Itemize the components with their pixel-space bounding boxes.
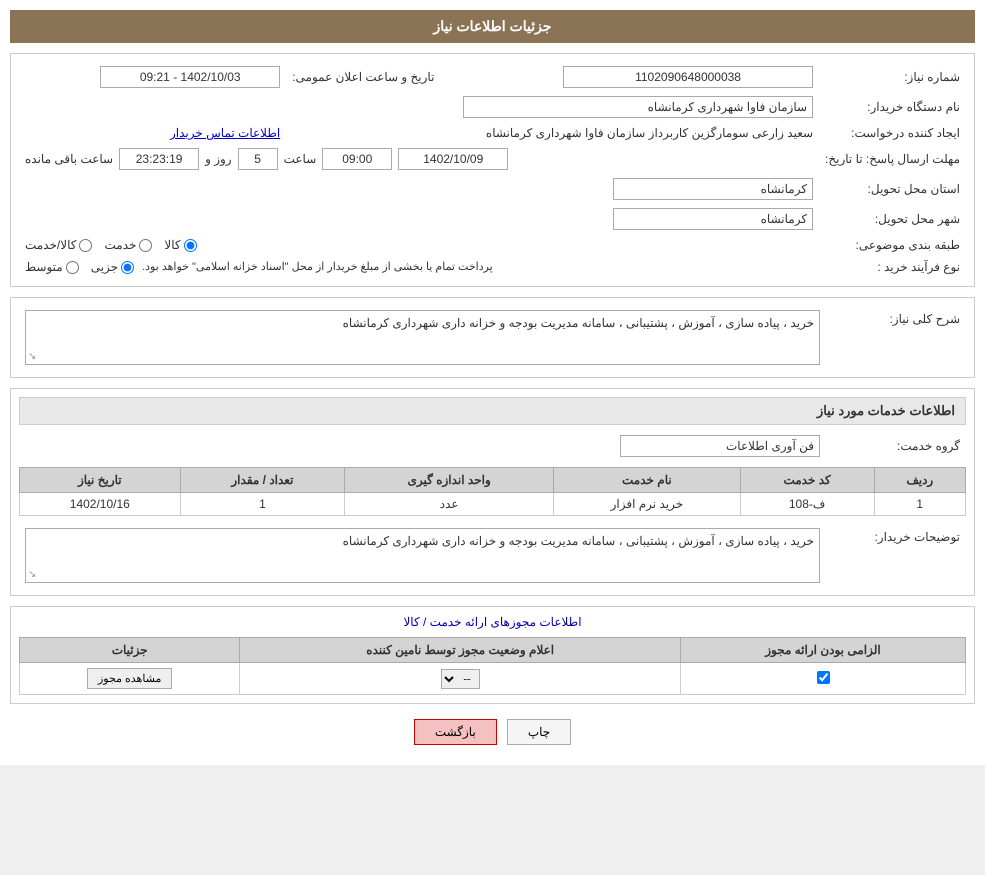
- purchase-type-label: نوع فرآیند خرید :: [819, 256, 966, 278]
- row-description: شرح کلی نیاز: خرید ، پیاده سازی ، آموزش …: [19, 306, 966, 369]
- row-city: شهر محل تحویل: کرمانشاه: [19, 204, 966, 234]
- province-input: کرمانشاه: [613, 178, 813, 200]
- services-title: اطلاعات خدمات مورد نیاز: [19, 397, 966, 425]
- back-button[interactable]: بازگشت: [414, 719, 497, 745]
- permits-section: اطلاعات مجوزهای ارائه خدمت / کالا الزامی…: [10, 606, 975, 704]
- category-radio-goods-service[interactable]: [79, 239, 92, 252]
- buyer-desc-box: خرید ، پیاده سازی ، آموزش ، پشتیبانی ، س…: [25, 528, 820, 583]
- col-unit: واحد اندازه گیری: [345, 468, 554, 493]
- time-label: ساعت: [284, 152, 317, 166]
- purchase-note: پرداخت تمام یا بخشی از مبلغ خریدار از مح…: [142, 260, 493, 273]
- creator-label: ایجاد کننده درخواست:: [819, 122, 966, 144]
- row-buyer-desc: توضیحات خریدار: خرید ، پیاده سازی ، آموز…: [19, 524, 966, 587]
- service-group-input: فن آوری اطلاعات: [620, 435, 820, 457]
- remaining-label: ساعت باقی مانده: [25, 152, 113, 166]
- row-response-date: مهلت ارسال پاسخ: تا تاریخ: ساعت باقی مان…: [19, 144, 966, 174]
- col-count: تعداد / مقدار: [180, 468, 345, 493]
- city-label: شهر محل تحویل:: [819, 204, 966, 234]
- need-number-label: شماره نیاز:: [819, 62, 966, 92]
- col-row: ردیف: [874, 468, 965, 493]
- row-category: طبقه بندی موضوعی: کالا/خدمت خدمت کالا: [19, 234, 966, 256]
- description-box: خرید ، پیاده سازی ، آموزش ، پشتیبانی ، س…: [25, 310, 820, 365]
- days-label: روز و: [205, 152, 232, 166]
- category-label: طبقه بندی موضوعی:: [819, 234, 966, 256]
- info-table: شماره نیاز: 1102090648000038 تاریخ و ساع…: [19, 62, 966, 278]
- description-label: شرح کلی نیاز:: [826, 306, 966, 369]
- announce-date-input: 1402/10/03 - 09:21: [100, 66, 280, 88]
- city-input: کرمانشاه: [613, 208, 813, 230]
- days-input: 5: [238, 148, 278, 170]
- purchase-minor: جزیی: [91, 260, 134, 274]
- col-code: کد خدمت: [740, 468, 874, 493]
- services-section: اطلاعات خدمات مورد نیاز گروه خدمت: فن آو…: [10, 388, 975, 596]
- row-service-group: گروه خدمت: فن آوری اطلاعات: [19, 431, 966, 461]
- purchase-medium: متوسط: [25, 260, 79, 274]
- col-required: الزامی بودن ارائه مجوز: [681, 638, 966, 663]
- col-details: جزئیات: [20, 638, 240, 663]
- services-table: ردیف کد خدمت نام خدمت واحد اندازه گیری ت…: [19, 467, 966, 516]
- col-status: اعلام وضعیت مجوز توسط نامین کننده: [240, 638, 681, 663]
- category-radio-goods[interactable]: [184, 239, 197, 252]
- permits-link[interactable]: اطلاعات مجوزهای ارائه خدمت / کالا: [403, 615, 581, 629]
- category-service: خدمت: [104, 238, 152, 252]
- category-goods-service: کالا/خدمت: [25, 238, 92, 252]
- status-select[interactable]: ∨--: [441, 669, 480, 689]
- print-button[interactable]: چاپ: [507, 719, 571, 745]
- category-radio-group: کالا/خدمت خدمت کالا: [25, 238, 813, 252]
- buyer-org-label: نام دستگاه خریدار:: [819, 92, 966, 122]
- need-number-input: 1102090648000038: [563, 66, 813, 88]
- table-row: 1ف-108خرید نرم افزارعدد11402/10/16: [20, 493, 966, 516]
- permits-table: الزامی بودن ارائه مجوز اعلام وضعیت مجوز …: [19, 637, 966, 695]
- creator-value: سعید زارعی سومارگزین کاربرداز سازمان فاو…: [286, 122, 819, 144]
- header-title: جزئیات اطلاعات نیاز: [433, 18, 551, 34]
- category-radio-service[interactable]: [139, 239, 152, 252]
- buyer-org-value: سازمان فاوا شهرداری کرمانشاه: [19, 92, 819, 122]
- view-permit-button[interactable]: مشاهده مجوز: [87, 668, 172, 689]
- category-goods: کالا: [164, 238, 196, 252]
- col-date: تاریخ نیاز: [20, 468, 181, 493]
- row-purchase-type: نوع فرآیند خرید : متوسط جزیی: [19, 256, 966, 278]
- required-checkbox[interactable]: [817, 671, 830, 684]
- purchase-radio-group: متوسط جزیی: [25, 260, 134, 274]
- response-date-input: 1402/10/09: [398, 148, 508, 170]
- contact-link[interactable]: اطلاعات تماس خریدار: [170, 126, 280, 140]
- announce-date-label: تاریخ و ساعت اعلان عمومی:: [286, 62, 454, 92]
- province-label: استان محل تحویل:: [819, 174, 966, 204]
- purchase-radio-medium[interactable]: [66, 261, 79, 274]
- time-input: 09:00: [322, 148, 392, 170]
- response-date-label: مهلت ارسال پاسخ: تا تاریخ:: [819, 144, 966, 174]
- row-buyer-org: نام دستگاه خریدار: سازمان فاوا شهرداری ک…: [19, 92, 966, 122]
- description-section: شرح کلی نیاز: خرید ، پیاده سازی ، آموزش …: [10, 297, 975, 378]
- need-number-value: 1102090648000038: [454, 62, 819, 92]
- footer-buttons: چاپ بازگشت: [10, 719, 975, 745]
- announce-date-value: 1402/10/03 - 09:21: [19, 62, 286, 92]
- row-province: استان محل تحویل: کرمانشاه: [19, 174, 966, 204]
- row-need-number: شماره نیاز: 1102090648000038 تاریخ و ساع…: [19, 62, 966, 92]
- purchase-radio-minor[interactable]: [121, 261, 134, 274]
- response-date-fields: ساعت باقی مانده 23:23:19 روز و 5 ساعت 09…: [19, 144, 819, 174]
- info-section: شماره نیاز: 1102090648000038 تاریخ و ساع…: [10, 53, 975, 287]
- row-creator: ایجاد کننده درخواست: سعید زارعی سومارگزی…: [19, 122, 966, 144]
- table-row: ∨-- مشاهده مجوز: [20, 663, 966, 695]
- page-header: جزئیات اطلاعات نیاز: [10, 10, 975, 43]
- buyer-desc-label: توضیحات خریدار:: [826, 524, 966, 587]
- service-group-label: گروه خدمت:: [826, 431, 966, 461]
- remaining-time-input: 23:23:19: [119, 148, 199, 170]
- buyer-org-input: سازمان فاوا شهرداری کرمانشاه: [463, 96, 813, 118]
- col-name: نام خدمت: [554, 468, 741, 493]
